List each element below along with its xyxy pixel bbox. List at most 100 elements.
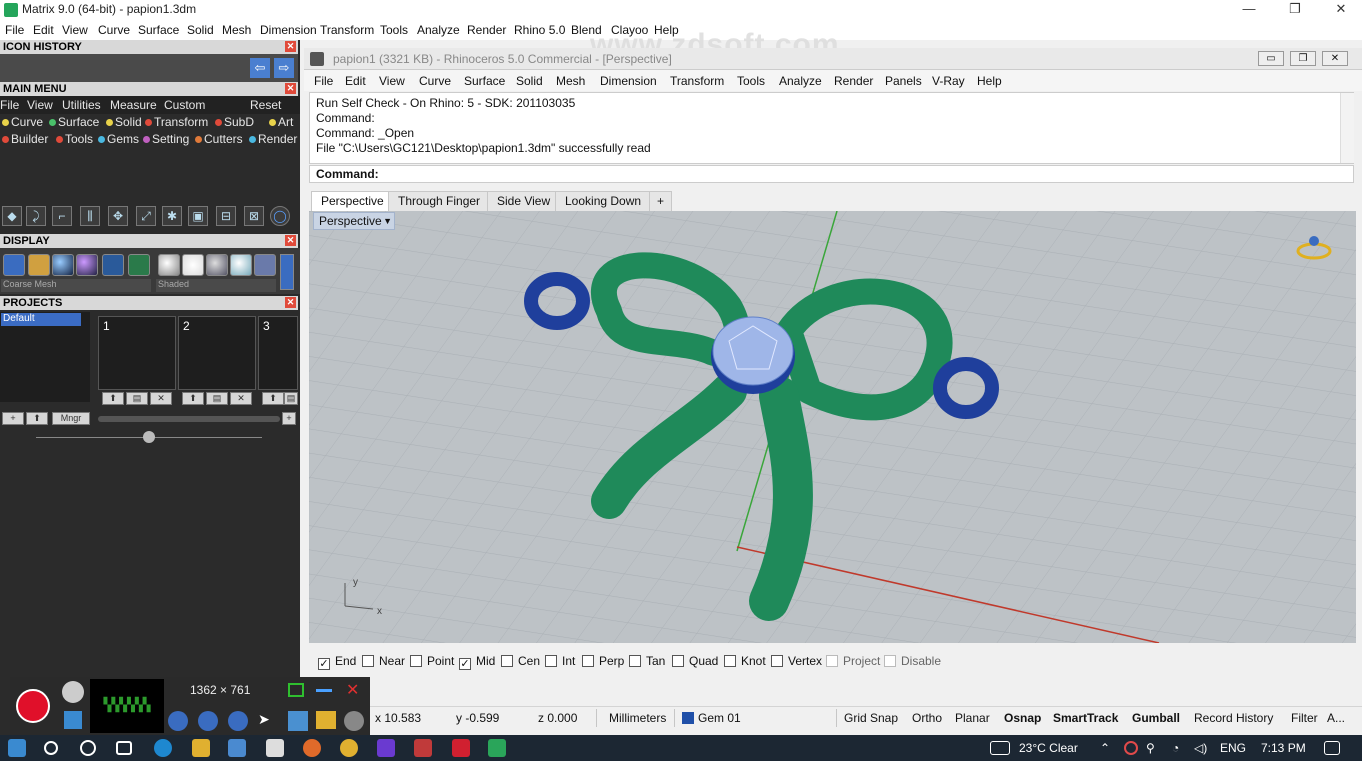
mm-custom[interactable]: Custom [164,98,205,112]
wifi-icon[interactable]: ◔ [1172,741,1179,755]
arrow-left-icon[interactable]: ⇦ [250,58,270,78]
project-slot-1[interactable]: 1 [98,316,176,390]
display-mode-select[interactable]: Shaded [156,279,276,292]
osnap-quad[interactable]: Quad [672,654,718,668]
save-icon[interactable]: ▤ [206,392,228,405]
notifications-icon[interactable] [1324,741,1340,755]
cat-subd[interactable]: SubD [215,115,254,129]
cat-curve[interactable]: Curve [2,115,43,129]
record-button[interactable] [16,689,50,723]
rmenu-edit[interactable]: Edit [345,74,366,88]
task-view-icon[interactable] [116,741,132,755]
rmenu-view[interactable]: View [379,74,405,88]
menu-render[interactable]: Render [467,23,506,37]
close-widget-icon[interactable]: ✕ [346,680,359,700]
record-tray-icon[interactable] [1124,741,1138,755]
mirror-icon[interactable]: ⫼ [80,206,100,226]
rmenu-curve[interactable]: Curve [419,74,451,88]
menu-dimension[interactable]: Dimension [260,23,317,37]
close-button[interactable]: ✕ [1318,0,1362,20]
arrow-right-icon[interactable]: ⇨ [274,58,294,78]
minimize-button[interactable]: — [1226,0,1272,20]
osnap-knot[interactable]: Knot [724,654,766,668]
upload-icon[interactable]: ⬆ [182,392,204,405]
delete-icon[interactable]: ✕ [150,392,172,405]
toggle-filter[interactable]: Filter [1291,711,1318,725]
cat-surface[interactable]: Surface [49,115,99,129]
rmenu-help[interactable]: Help [977,74,1002,88]
material-white-icon[interactable] [182,254,204,276]
project-slot-2[interactable]: 2 [178,316,256,390]
command-history[interactable]: Run Self Check - On Rhino: 5 - SDK: 2011… [309,92,1354,164]
toggle-gumball[interactable]: Gumball [1132,711,1180,725]
manager-button[interactable]: Mngr [52,412,90,425]
fan-icon[interactable]: ✱ [162,206,182,226]
rmenu-dimension[interactable]: Dimension [600,74,657,88]
cat-art[interactable]: Art [269,115,293,129]
menu-solid[interactable]: Solid [187,23,214,37]
network-icon[interactable]: ⚲ [1146,741,1155,755]
command-line[interactable]: Command: [309,165,1354,183]
light-icon[interactable] [28,254,50,276]
arc-icon[interactable]: ⤸ [26,206,46,226]
cursor-icon[interactable]: ➤ [258,711,278,731]
toggle-planar[interactable]: Planar [955,711,990,725]
menu-view[interactable]: View [62,23,88,37]
sphere-rendered-icon[interactable] [76,254,98,276]
rmenu-mesh[interactable]: Mesh [556,74,585,88]
weather-text[interactable]: 23°C Clear [1019,741,1078,755]
rmenu-render[interactable]: Render [834,74,873,88]
file-explorer-icon[interactable] [192,739,210,757]
cat-setting[interactable]: Setting [143,132,189,146]
add-tab-icon[interactable]: + [649,191,673,211]
weather-icon[interactable] [990,741,1010,755]
cat-solid[interactable]: Solid [106,115,142,129]
search-icon[interactable] [44,741,58,755]
menu-tools[interactable]: Tools [380,23,408,37]
windows-start-icon[interactable] [8,739,26,757]
splitter-handle-icon[interactable] [143,431,155,443]
rmenu-solid[interactable]: Solid [516,74,543,88]
viewport-title[interactable]: Perspective ▼ [313,212,395,230]
toggle-ortho[interactable]: Ortho [912,711,942,725]
rmenu-surface[interactable]: Surface [464,74,505,88]
osnap-near[interactable]: Near [362,654,405,668]
folder-icon[interactable] [316,711,336,729]
app-icon[interactable] [414,739,432,757]
chevron-up-icon[interactable]: ⌃ [1100,741,1110,755]
matrix-taskbar-icon[interactable] [488,739,506,757]
language-indicator[interactable]: ENG [1220,741,1246,755]
close-icon[interactable]: ✕ [285,235,296,246]
sphere-shaded-icon[interactable] [52,254,74,276]
rmenu-tools[interactable]: Tools [737,74,765,88]
material-glass-icon[interactable] [230,254,252,276]
pdf-app-icon[interactable] [452,739,470,757]
osnap-mid[interactable]: ✓ Mid [459,654,495,670]
osnap-disable[interactable]: Disable [884,654,941,668]
rhino-restore-icon[interactable]: ❐ [1290,51,1316,66]
project-default-item[interactable]: Default [1,313,81,326]
add-icon[interactable]: + [282,412,296,425]
osnap-point[interactable]: Point [410,654,454,668]
rmenu-file[interactable]: File [314,74,333,88]
close-icon[interactable]: ✕ [285,41,296,52]
rmenu-transform[interactable]: Transform [670,74,724,88]
mm-utilities[interactable]: Utilities [62,98,101,112]
mm-file[interactable]: File [0,98,19,112]
osnap-vertex[interactable]: Vertex [771,654,822,668]
clock[interactable]: 7:13 PM [1261,741,1306,755]
settings-gear-icon[interactable] [344,711,364,731]
save-icon[interactable]: ▤ [284,392,298,405]
mm-view[interactable]: View [27,98,53,112]
cat-gems[interactable]: Gems [98,132,139,146]
upload-icon[interactable]: ⬆ [262,392,284,405]
mm-reset[interactable]: Reset [250,98,281,112]
maximize-button[interactable]: ❐ [1272,0,1318,20]
curve-tool-icon[interactable]: ⌐ [52,206,72,226]
add-icon[interactable]: + [2,412,24,425]
media-player-icon[interactable] [377,739,395,757]
webcam-icon[interactable] [62,681,84,703]
select-icon[interactable]: ⊠ [244,206,264,226]
cat-transform[interactable]: Transform [145,115,208,129]
cortana-icon[interactable] [80,740,96,756]
